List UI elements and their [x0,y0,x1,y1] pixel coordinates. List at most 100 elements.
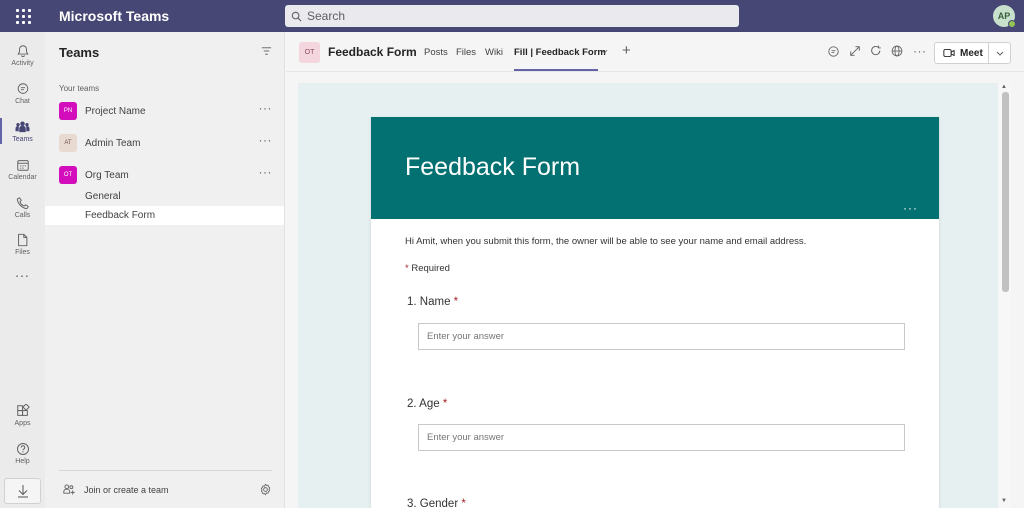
channel-general[interactable]: General [45,187,284,206]
appbar-label: Activity [11,59,34,67]
top-bar: Microsoft Teams Search AP [0,0,1024,32]
meet-label: Meet [960,47,983,59]
add-tab-button[interactable]: + [622,42,631,59]
more-options-icon[interactable]: ··· [913,44,927,58]
channel-header: OT Feedback Form Posts Files Wiki Fill |… [286,32,1024,72]
channel-team-avatar: OT [299,42,320,63]
phone-icon [16,196,29,209]
appbar-chat[interactable]: Chat [0,74,45,112]
team-avatar: PN [59,102,77,120]
appbar-activity[interactable]: Activity [0,36,45,74]
required-star: * [461,498,466,508]
app-bar: Activity Chat Teams Calendar Calls Files… [0,32,45,508]
channel-feedback-form[interactable]: Feedback Form [45,206,284,225]
appbar-label: Calendar [8,173,37,181]
chat-icon [17,82,28,94]
required-star: * [405,263,409,274]
download-button[interactable] [4,478,41,504]
user-avatar[interactable]: AP [993,5,1016,28]
globe-icon[interactable] [891,45,903,57]
search-placeholder: Search [307,9,346,23]
pane-title: Teams [59,45,100,60]
name-answer-input[interactable] [418,323,905,350]
question-age-label: 2. Age * [407,398,447,410]
appbar-calendar[interactable]: Calendar [0,150,45,188]
more-options-icon[interactable]: ··· [259,133,273,147]
appbar-label: Chat [15,97,30,105]
chevron-down-icon [996,51,1003,56]
appbar-apps[interactable]: Apps [0,396,45,434]
refresh-icon[interactable] [870,45,882,57]
user-initials: AP [997,11,1011,21]
question-gender-label: 3. Gender * [407,498,466,508]
team-avatar: OT [59,166,77,184]
search-box[interactable]: Search [285,5,739,27]
team-name: Org Team [85,169,129,181]
form-canvas: Feedback Form ··· Hi Amit, when you subm… [298,83,998,508]
team-project-name[interactable]: PN Project Name ··· [45,97,285,125]
meet-now-button[interactable]: Meet [935,43,989,63]
add-people-icon [63,484,75,495]
appbar-teams[interactable]: Teams [0,112,45,150]
team-name: Admin Team [85,137,141,149]
appbar-more[interactable]: ... [0,264,45,280]
tab-posts[interactable]: Posts [424,47,448,58]
team-avatar: AT [59,134,77,152]
question-text: 2. Age [407,398,440,410]
expand-icon[interactable] [849,45,861,57]
scrollbar-thumb[interactable] [1002,92,1009,292]
help-icon [16,442,29,455]
appbar-label: Teams [12,135,33,143]
file-icon [18,233,28,246]
teams-pane: Teams Your teams PN Project Name ··· AT … [45,32,285,508]
form-title: Feedback Form [405,153,581,181]
form-card: Feedback Form ··· Hi Amit, when you subm… [371,117,939,508]
channel-title: Feedback Form [328,45,417,59]
meet-button[interactable]: Meet [934,42,1011,64]
app-title: Microsoft Teams [59,8,170,24]
appbar-calls[interactable]: Calls [0,188,45,226]
tab-fill-feedback-form[interactable]: Fill | Feedback Form [514,47,606,58]
chevron-down-icon[interactable] [601,49,608,54]
age-answer-input[interactable] [418,424,905,451]
appbar-label: Calls [14,211,31,219]
appbar-label: Help [15,457,30,465]
teams-icon [15,120,30,132]
more-options-icon[interactable]: ··· [903,201,918,215]
appbar-help[interactable]: Help [0,434,45,472]
form-intro: Hi Amit, when you submit this form, the … [405,236,807,247]
question-name-label: 1. Name * [407,296,458,308]
download-icon [17,485,28,498]
app-launcher-icon[interactable] [0,0,46,32]
calendar-icon [16,159,29,171]
conversation-icon[interactable] [827,45,840,58]
required-star: * [442,398,448,410]
more-options-icon[interactable]: ··· [259,165,273,179]
gear-icon[interactable] [259,483,272,496]
meet-dropdown[interactable] [989,51,1010,56]
more-options-icon[interactable]: ··· [259,101,273,115]
appbar-label: Files [15,248,30,256]
video-camera-icon [943,49,955,57]
apps-icon [16,403,30,416]
required-note: * Required [405,263,450,274]
presence-available-icon [1008,20,1016,28]
appbar-files[interactable]: Files [0,225,45,263]
scroll-down-arrow[interactable]: ▼ [1001,498,1007,504]
team-org-team[interactable]: OT Org Team ··· [45,161,285,189]
team-admin-team[interactable]: AT Admin Team ··· [45,129,285,157]
team-name: Project Name [85,105,146,117]
bell-icon [16,44,29,57]
form-banner: Feedback Form ··· [371,117,939,219]
tab-files[interactable]: Files [456,47,476,58]
required-label: Required [411,263,450,274]
join-label: Join or create a team [84,484,169,495]
pane-divider [59,470,272,471]
filter-icon[interactable] [261,46,272,56]
question-text: 3. Gender [407,498,459,508]
tab-wiki[interactable]: Wiki [485,47,503,58]
question-text: 1. Name [407,296,451,308]
join-or-create-team-button[interactable]: Join or create a team [63,484,169,495]
scroll-up-arrow[interactable]: ▲ [1001,84,1007,90]
active-tab-indicator [514,69,598,71]
